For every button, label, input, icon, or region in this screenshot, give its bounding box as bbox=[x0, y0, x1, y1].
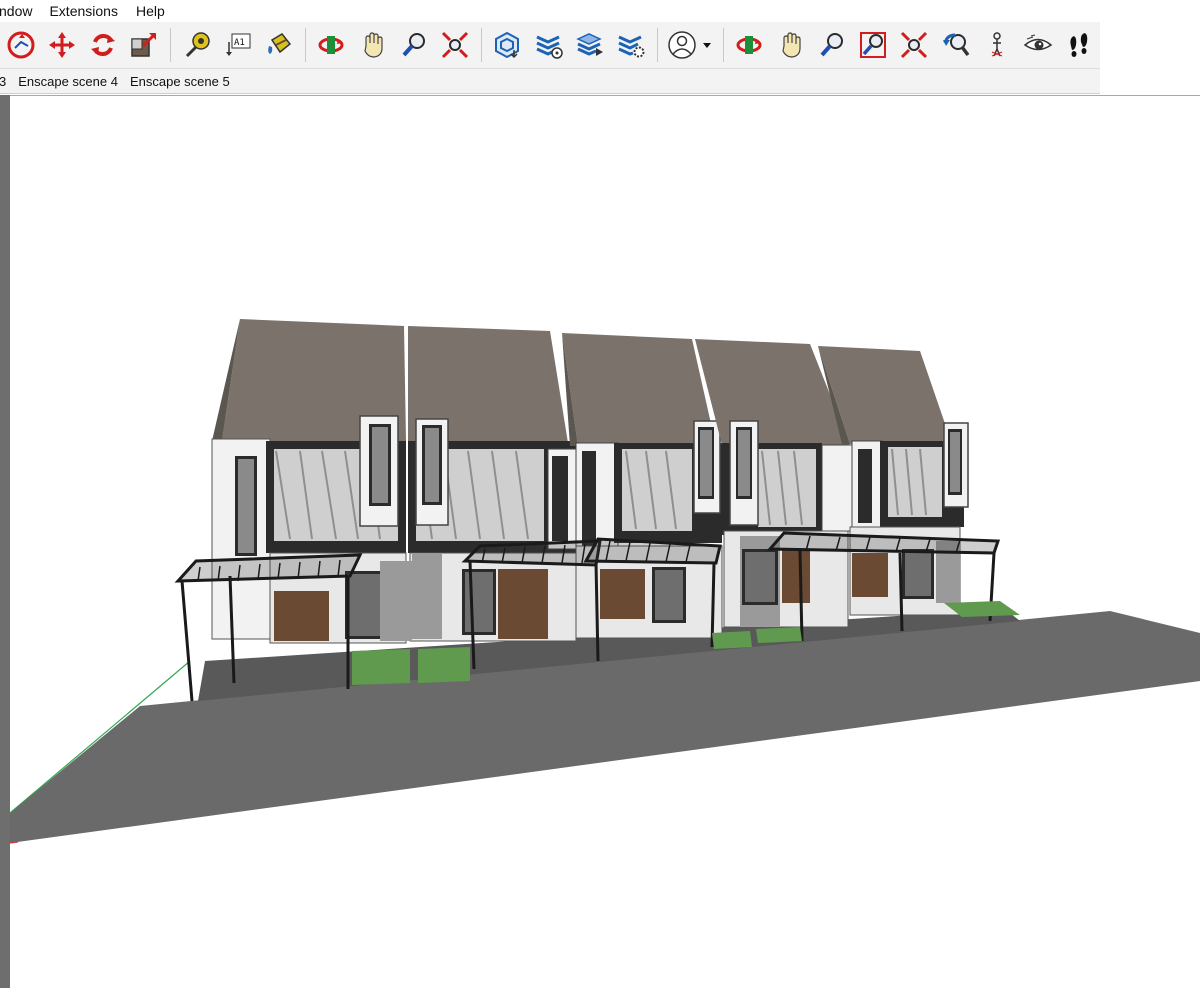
menu-help[interactable]: Help bbox=[136, 3, 174, 19]
scene-tab-3[interactable]: 3 bbox=[0, 74, 12, 89]
layers-settings-icon[interactable] bbox=[614, 28, 647, 62]
extension-warehouse-icon[interactable] bbox=[532, 28, 565, 62]
paint-bucket-icon[interactable] bbox=[262, 28, 295, 62]
pan-icon[interactable] bbox=[356, 28, 389, 62]
walk-icon[interactable] bbox=[1063, 28, 1096, 62]
layers-share-icon[interactable] bbox=[573, 28, 606, 62]
orbit-icon-2[interactable] bbox=[733, 28, 766, 62]
scene-tab-enscape-4[interactable]: Enscape scene 4 bbox=[12, 74, 124, 89]
scene-tab-enscape-5[interactable]: Enscape scene 5 bbox=[124, 74, 236, 89]
house-unit-3 bbox=[562, 333, 723, 639]
zoom-extents-icon-2[interactable] bbox=[898, 28, 931, 62]
menu-bar: ndow Extensions Help bbox=[0, 0, 1200, 22]
rotate-icon[interactable] bbox=[87, 28, 120, 62]
toolbar-separator bbox=[656, 28, 658, 62]
scale-icon[interactable] bbox=[128, 28, 161, 62]
menu-extensions[interactable]: Extensions bbox=[49, 3, 135, 19]
menu-window[interactable]: ndow bbox=[0, 3, 49, 19]
model-viewport[interactable] bbox=[0, 95, 1200, 989]
pan-icon-2[interactable] bbox=[774, 28, 807, 62]
townhouse-model-render bbox=[9, 319, 1200, 844]
text-icon[interactable]: A1 bbox=[221, 28, 254, 62]
follow-me-icon[interactable] bbox=[4, 28, 37, 62]
move-icon[interactable] bbox=[45, 28, 78, 62]
toolbar-separator bbox=[480, 28, 482, 62]
scene-tabs: 3 Enscape scene 4 Enscape scene 5 bbox=[0, 69, 1100, 94]
svg-text:A1: A1 bbox=[234, 38, 245, 48]
house-unit-2 bbox=[380, 326, 577, 642]
tape-measure-icon[interactable] bbox=[180, 28, 213, 62]
toolbar-separator bbox=[170, 28, 171, 62]
toolbar-separator bbox=[304, 28, 306, 62]
look-around-icon[interactable] bbox=[1021, 28, 1054, 62]
orbit-icon[interactable] bbox=[315, 28, 348, 62]
zoom-window-icon[interactable] bbox=[856, 28, 889, 62]
zoom-icon[interactable] bbox=[397, 28, 430, 62]
toolbar-separator bbox=[722, 28, 724, 62]
previous-view-icon[interactable] bbox=[939, 28, 972, 62]
zoom-icon-2[interactable] bbox=[815, 28, 848, 62]
warehouse-icon[interactable] bbox=[491, 28, 524, 62]
position-camera-icon[interactable] bbox=[980, 28, 1013, 62]
profile-icon[interactable] bbox=[667, 28, 714, 62]
house-unit-1 bbox=[211, 319, 407, 644]
viewport-left-edge bbox=[0, 95, 10, 988]
zoom-extents-icon[interactable] bbox=[438, 28, 471, 62]
main-toolbar: A1 bbox=[0, 22, 1100, 69]
toolbar-blank-area bbox=[1100, 22, 1200, 94]
